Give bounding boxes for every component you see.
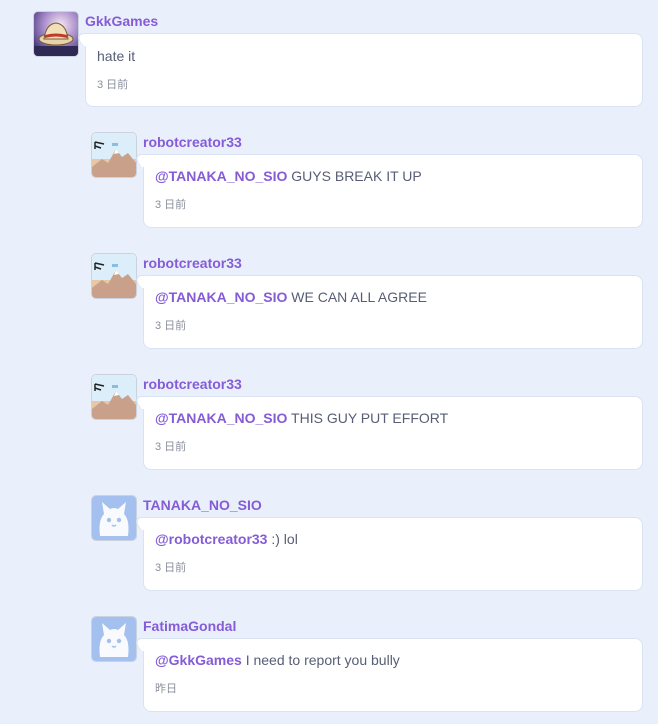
user-avatar[interactable] — [92, 496, 136, 540]
comment-username[interactable]: robotcreator33 — [143, 255, 643, 275]
mention-link[interactable]: @TANAKA_NO_SIO — [155, 289, 287, 305]
user-avatar[interactable] — [92, 617, 136, 661]
reply-comment: robotcreator33 @TANAKA_NO_SIO WE CAN ALL… — [92, 254, 643, 349]
comment-thread: GkkGames hate it 3 日前 robotcreator33 @TA… — [0, 0, 658, 724]
comment: GkkGames hate it 3 日前 — [34, 12, 643, 107]
comment-text: @TANAKA_NO_SIO WE CAN ALL AGREE — [155, 288, 631, 310]
comment-username[interactable]: GkkGames — [85, 13, 643, 33]
comment-timestamp: 3 日前 — [155, 199, 187, 211]
comment-content: robotcreator33 @TANAKA_NO_SIO THIS GUY P… — [143, 375, 643, 470]
mountain-landscape-avatar-icon — [92, 254, 136, 298]
user-avatar[interactable] — [92, 133, 136, 177]
comment-content: FatimaGondal @GkkGames I need to report … — [143, 617, 643, 712]
comment-username[interactable]: robotcreator33 — [143, 376, 643, 396]
comment-bubble: @TANAKA_NO_SIO GUYS BREAK IT UP 3 日前 — [143, 154, 643, 228]
comment-body: :) lol — [267, 531, 298, 547]
planet-hat-avatar-icon — [34, 12, 78, 56]
comment-body: hate it — [97, 48, 136, 64]
comment-timestamp: 3 日前 — [155, 562, 187, 574]
user-avatar[interactable] — [92, 375, 136, 419]
default-cat-avatar-icon — [92, 496, 136, 540]
comment-bubble: @GkkGames I need to report you bully 昨日 — [143, 638, 643, 712]
comment-content: robotcreator33 @TANAKA_NO_SIO GUYS BREAK… — [143, 133, 643, 228]
comment-text: @TANAKA_NO_SIO GUYS BREAK IT UP — [155, 167, 631, 189]
comment-content: GkkGames hate it 3 日前 — [85, 12, 643, 107]
comment-content: TANAKA_NO_SIO @robotcreator33 :) lol 3 日… — [143, 496, 643, 591]
comment-text: @TANAKA_NO_SIO THIS GUY PUT EFFORT — [155, 409, 631, 431]
comment-bubble: hate it 3 日前 — [85, 33, 643, 107]
mention-link[interactable]: @TANAKA_NO_SIO — [155, 168, 287, 184]
mountain-landscape-avatar-icon — [92, 375, 136, 419]
mention-link[interactable]: @GkkGames — [155, 652, 242, 668]
comment-text: hate it — [97, 47, 631, 69]
comment-text: @robotcreator33 :) lol — [155, 530, 631, 552]
reply-comment: FatimaGondal @GkkGames I need to report … — [92, 617, 643, 712]
mention-link[interactable]: @TANAKA_NO_SIO — [155, 410, 287, 426]
comment-username[interactable]: TANAKA_NO_SIO — [143, 497, 643, 517]
user-avatar[interactable] — [34, 12, 78, 56]
reply-comment: robotcreator33 @TANAKA_NO_SIO THIS GUY P… — [92, 375, 643, 470]
comment-username[interactable]: robotcreator33 — [143, 134, 643, 154]
comment-bubble: @TANAKA_NO_SIO WE CAN ALL AGREE 3 日前 — [143, 275, 643, 349]
reply-comment: robotcreator33 @TANAKA_NO_SIO GUYS BREAK… — [92, 133, 643, 228]
comment-body: THIS GUY PUT EFFORT — [287, 410, 449, 426]
comment-content: robotcreator33 @TANAKA_NO_SIO WE CAN ALL… — [143, 254, 643, 349]
reply-comment: TANAKA_NO_SIO @robotcreator33 :) lol 3 日… — [92, 496, 643, 591]
user-avatar[interactable] — [92, 254, 136, 298]
comment-timestamp: 3 日前 — [97, 79, 129, 91]
comment-body: WE CAN ALL AGREE — [287, 289, 427, 305]
comment-body: GUYS BREAK IT UP — [287, 168, 422, 184]
comment-text: @GkkGames I need to report you bully — [155, 651, 631, 673]
comment-bubble: @robotcreator33 :) lol 3 日前 — [143, 517, 643, 591]
comment-username[interactable]: FatimaGondal — [143, 618, 643, 638]
comment-body: I need to report you bully — [241, 652, 400, 668]
default-cat-avatar-icon — [92, 617, 136, 661]
comment-timestamp: 昨日 — [155, 683, 177, 695]
mention-link[interactable]: @robotcreator33 — [155, 531, 267, 547]
comment-timestamp: 3 日前 — [155, 441, 187, 453]
comment-timestamp: 3 日前 — [155, 320, 187, 332]
comment-bubble: @TANAKA_NO_SIO THIS GUY PUT EFFORT 3 日前 — [143, 396, 643, 470]
mountain-landscape-avatar-icon — [92, 133, 136, 177]
